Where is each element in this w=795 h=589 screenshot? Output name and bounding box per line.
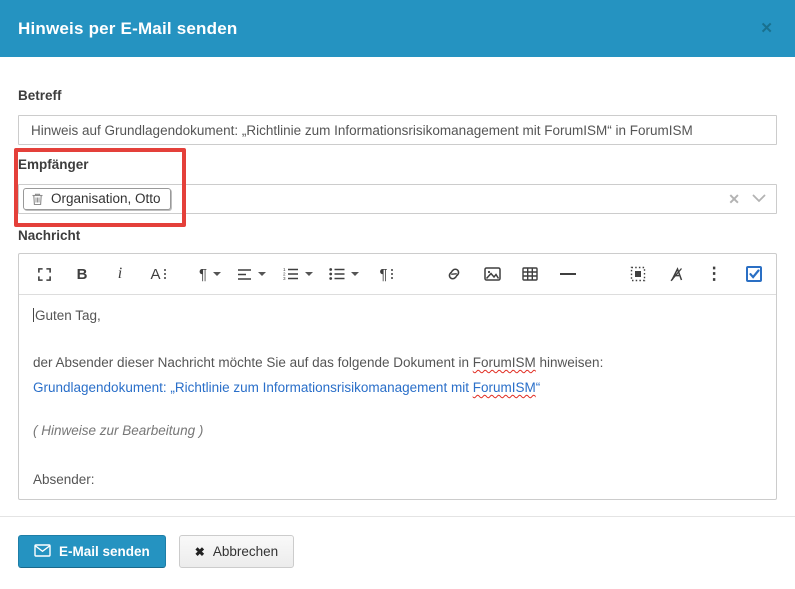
send-email-label: E-Mail senden: [59, 544, 150, 559]
clear-selection-icon[interactable]: ✕: [728, 191, 740, 208]
rich-text-editor: B i A ¶: [18, 253, 777, 500]
document-link[interactable]: Grundlagendokument: „Richtlinie zum Info…: [33, 380, 540, 395]
paragraph-format-dropdown[interactable]: ¶: [199, 261, 221, 287]
brand-text: ForumISM: [473, 355, 536, 370]
subject-input[interactable]: [18, 115, 777, 145]
clear-formatting-button[interactable]: [665, 261, 687, 287]
italic-button[interactable]: i: [109, 261, 131, 287]
unordered-list-dropdown[interactable]: [329, 261, 359, 287]
cancel-label: Abbrechen: [213, 544, 278, 559]
editor-toolbar: B i A ¶: [19, 254, 776, 295]
recipient-tag[interactable]: Organisation, Otto: [23, 188, 171, 210]
recipients-label: Empfänger: [18, 157, 777, 172]
editing-note-line: ( Hinweise zur Bearbeitung ): [33, 420, 762, 441]
document-link-line: Grundlagendokument: „Richtlinie zum Info…: [33, 377, 762, 398]
align-dropdown[interactable]: [237, 261, 266, 287]
greeting-line: Guten Tag,: [33, 305, 762, 326]
chevron-down-icon[interactable]: [752, 190, 766, 208]
recipients-select[interactable]: Organisation, Otto ✕: [18, 184, 777, 214]
envelope-icon: [34, 544, 51, 560]
cancel-x-icon: ✖: [195, 545, 205, 559]
caret-down-icon: [258, 272, 266, 276]
caret-down-icon: [213, 272, 221, 276]
send-email-button[interactable]: E-Mail senden: [18, 535, 166, 568]
font-style-button[interactable]: A: [147, 261, 169, 287]
image-button[interactable]: [481, 261, 503, 287]
fullscreen-icon[interactable]: [33, 261, 55, 287]
dialog-footer: E-Mail senden ✖ Abbrechen: [18, 517, 777, 568]
horizontal-rule-button[interactable]: [557, 261, 579, 287]
ordered-list-dropdown[interactable]: 123: [282, 261, 313, 287]
dialog-title: Hinweis per E-Mail senden: [18, 19, 237, 39]
text-caret: [33, 308, 34, 322]
html-mode-checkbox[interactable]: [746, 266, 762, 282]
dialog-body: Betreff Empfänger Organisation, Otto ✕: [0, 57, 795, 568]
message-label: Nachricht: [18, 228, 777, 243]
caret-down-icon: [305, 272, 313, 276]
paragraph-style-button[interactable]: ¶: [375, 261, 397, 287]
cancel-button[interactable]: ✖ Abbrechen: [179, 535, 294, 568]
close-icon[interactable]: ✕: [756, 17, 777, 40]
dots-icon: [391, 269, 393, 279]
brand-text: ForumISM: [473, 380, 536, 395]
dots-icon: [164, 269, 166, 279]
svg-text:3: 3: [283, 276, 286, 281]
email-dialog: Hinweis per E-Mail senden ✕ Betreff Empf…: [0, 0, 795, 589]
sender-line: Absender:: [33, 469, 762, 490]
trash-icon[interactable]: [31, 192, 44, 206]
message-body[interactable]: Guten Tag, der Absender dieser Nachricht…: [19, 295, 776, 499]
more-options-button[interactable]: ⋮: [703, 261, 725, 287]
block-style-button[interactable]: [627, 261, 649, 287]
recipient-tag-label: Organisation, Otto: [51, 191, 161, 206]
bold-button[interactable]: B: [71, 261, 93, 287]
caret-down-icon: [351, 272, 359, 276]
subject-label: Betreff: [18, 88, 777, 103]
intro-line: der Absender dieser Nachricht möchte Sie…: [33, 352, 762, 373]
link-button[interactable]: [443, 261, 465, 287]
select-controls: ✕: [728, 190, 766, 208]
dialog-header: Hinweis per E-Mail senden ✕: [0, 0, 795, 57]
table-button[interactable]: [519, 261, 541, 287]
